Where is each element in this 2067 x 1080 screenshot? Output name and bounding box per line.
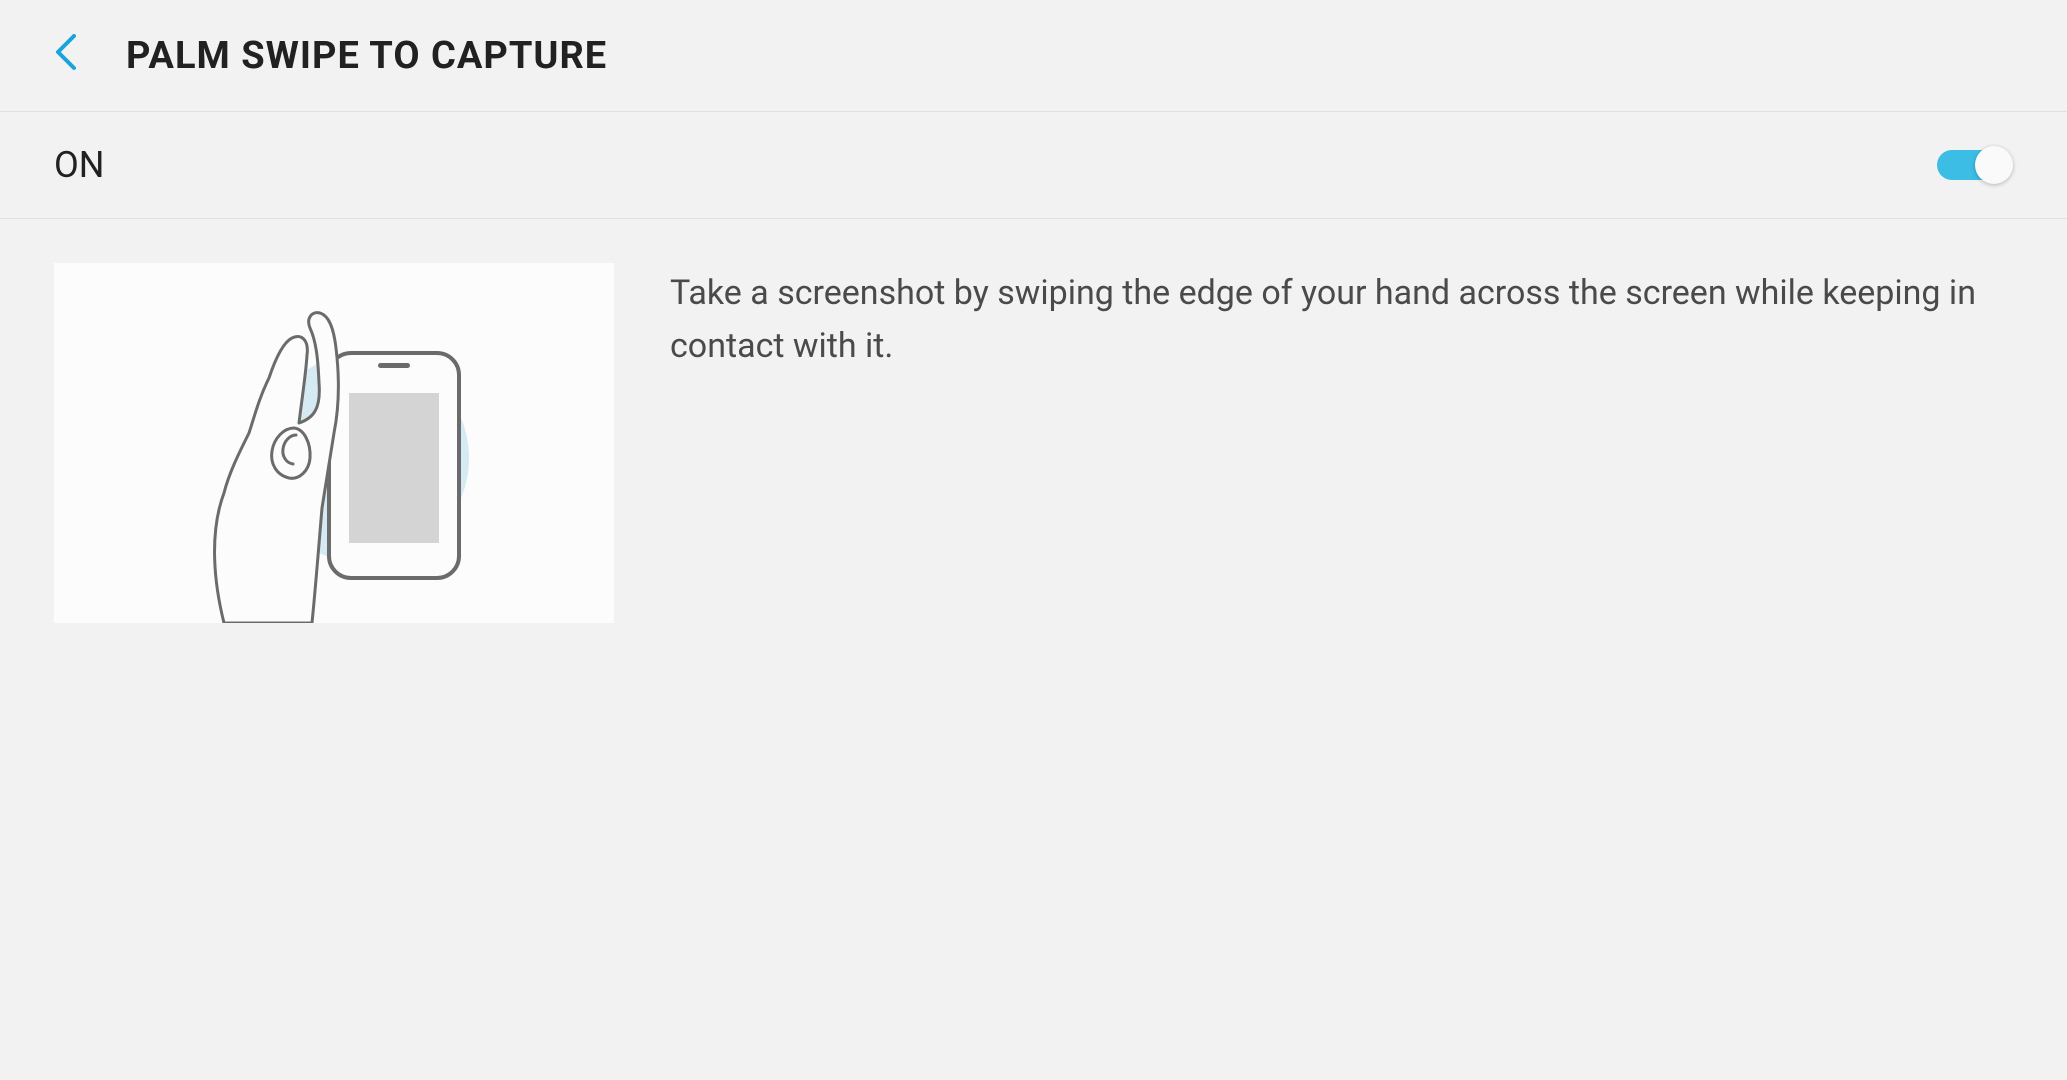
- toggle-status-label: ON: [54, 144, 104, 186]
- header: PALM SWIPE TO CAPTURE: [0, 0, 2067, 112]
- toggle-thumb: [1975, 146, 2013, 184]
- illustration: [54, 263, 614, 623]
- toggle-row: ON: [0, 112, 2067, 219]
- content-area: Take a screenshot by swiping the edge of…: [0, 219, 2067, 667]
- feature-description: Take a screenshot by swiping the edge of…: [670, 263, 2013, 623]
- page-title: PALM SWIPE TO CAPTURE: [126, 34, 607, 78]
- back-icon[interactable]: [54, 32, 78, 79]
- toggle-switch[interactable]: [1937, 145, 2013, 185]
- palm-swipe-illustration-icon: [134, 283, 534, 623]
